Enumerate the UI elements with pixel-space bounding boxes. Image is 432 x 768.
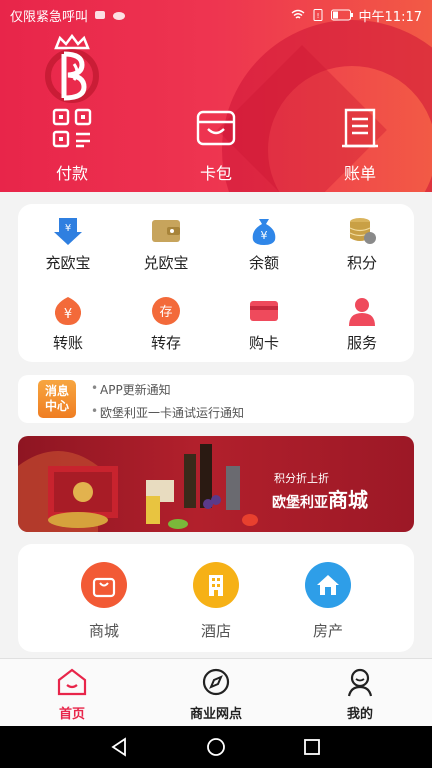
banner-brand: 欧堡利亚 [272,495,328,511]
mall-banner[interactable]: 积分折上折 欧堡利亚商城 [18,436,414,532]
grid-item-label: 服务 [346,334,377,352]
badge-line: 消息 [44,384,69,398]
bottom-tab-bar: 首页 商业网点 我的 [0,658,432,726]
carrier-text: 仅限紧急呼叫 [10,9,89,25]
product-image [18,444,258,532]
grid-item-label: 购卡 [248,334,279,352]
compass-icon [202,668,230,696]
tab-business-outlets[interactable]: 商业网点 [171,667,261,722]
service-label: 酒店 [200,622,231,640]
grid-item-label: 转存 [150,334,181,352]
tab-mine[interactable]: 我的 [315,667,405,722]
grid-item-buy-card[interactable]: 购卡 [224,296,304,353]
notification-icon [95,11,106,19]
grid-item-label: 兑欧宝 [143,254,189,272]
transfer-icon: ¥ [54,297,82,325]
grid-item-exchange[interactable]: 兑欧宝 [126,216,206,273]
deposit-icon: 存 [152,297,180,325]
home-button-icon[interactable] [206,737,226,757]
message-center-badge[interactable]: 消息 中心 [38,380,76,418]
service-real-estate[interactable]: 房产 [288,562,368,641]
svg-text:!: ! [316,12,319,20]
battery-icon [330,9,353,21]
service-hotel[interactable]: 酒店 [176,562,256,641]
grid-item-points[interactable]: 积分 [322,216,402,273]
quick-action-label: 账单 [343,164,376,183]
wifi-icon [291,9,304,19]
bill-icon [342,108,378,148]
grid-item-label: 转账 [52,334,83,352]
service-label: 商城 [88,622,119,640]
quick-action-card-pack[interactable]: 卡包 [166,108,266,184]
service-person-icon [349,298,375,326]
grid-item-label: 充欧宝 [45,254,91,272]
banner-mall: 商城 [328,488,368,512]
card-icon [250,301,278,321]
services-panel: 商城 酒店 房产 [18,544,414,652]
grid-item-label: 积分 [346,254,377,272]
shopping-bag-icon [81,562,127,608]
money-bag-icon: ¥ [252,219,276,245]
status-bar: 仅限紧急呼叫 ! 中午11:17 [0,0,432,30]
house-icon [305,562,351,608]
grid-item-balance[interactable]: ¥ 余额 [224,216,304,273]
tab-home[interactable]: 首页 [27,667,117,722]
wallet-icon [196,110,236,146]
svg-text:¥: ¥ [64,307,72,322]
hotel-icon [193,562,239,608]
svg-text:存: 存 [159,305,172,320]
news-item[interactable]: APP更新通知 [91,381,171,398]
grid-item-deposit[interactable]: 存 转存 [126,296,206,353]
exchange-wallet-icon [152,220,180,242]
user-icon [347,668,373,697]
sim-icon: ! [313,9,323,21]
home-icon [57,668,87,696]
grid-item-transfer[interactable]: ¥ 转账 [28,296,108,353]
svg-text:¥: ¥ [65,223,71,234]
quick-action-label: 卡包 [199,164,232,183]
cloud-icon [113,12,126,20]
recharge-icon: ¥ [54,218,82,245]
banner-title: 欧堡利亚商城 [272,484,368,513]
function-grid: ¥ 充欧宝 兑欧宝 ¥ 余额 积分 ¥ 转账 存 转存 购卡 服务 [18,204,414,362]
header: 仅限紧急呼叫 ! 中午11:17 付款 卡包 账单 [0,0,432,192]
quick-action-bill[interactable]: 账单 [310,108,410,184]
tab-label: 商业网点 [189,707,242,722]
service-label: 房产 [312,622,343,640]
badge-line: 中心 [44,399,69,413]
service-mall[interactable]: 商城 [64,562,144,641]
tab-label: 首页 [58,707,85,722]
quick-action-label: 付款 [55,164,88,183]
quick-action-pay[interactable]: 付款 [22,108,122,184]
news-panel[interactable]: 消息 中心 APP更新通知 欧堡利亚一卡通试运行通知 [18,375,414,423]
grid-item-recharge[interactable]: ¥ 充欧宝 [28,216,108,273]
tab-label: 我的 [346,707,373,722]
system-nav-bar [0,726,432,768]
recent-apps-icon[interactable] [302,737,322,757]
svg-text:¥: ¥ [261,229,268,242]
news-item[interactable]: 欧堡利亚一卡通试运行通知 [91,404,244,421]
brand-logo [45,34,99,103]
grid-item-service[interactable]: 服务 [322,296,402,353]
back-icon[interactable] [110,737,130,757]
coins-icon [349,218,376,244]
status-time: 中午11:17 [358,9,422,25]
grid-item-label: 余额 [248,254,279,272]
qr-code-icon [52,108,92,148]
